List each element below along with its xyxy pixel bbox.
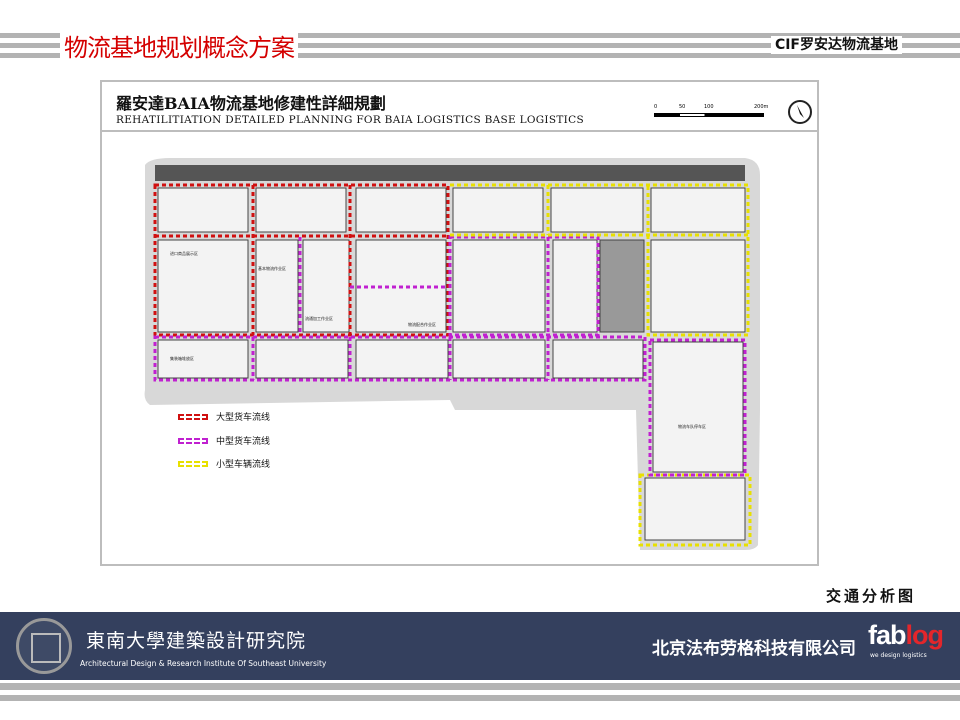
- zone-label: 集装箱堆放区: [170, 355, 194, 361]
- figure-caption: 交通分析图: [826, 587, 917, 605]
- legend-label: 大型货车流线: [216, 413, 271, 423]
- legend-item-medium-truck: 中型货车流线: [178, 434, 270, 447]
- footer-band: 東南大學建築設計研究院 Architectural Design & Resea…: [0, 612, 960, 680]
- magenta-dash-icon: [178, 437, 208, 444]
- logo-part: fab: [868, 620, 906, 650]
- institute-name-en: Architectural Design & Research Institut…: [80, 659, 327, 668]
- zone-label: 流通加工作业区: [305, 315, 333, 321]
- institute-name-cn: 東南大學建築設計研究院: [86, 630, 307, 652]
- university-seal-icon: [16, 618, 72, 674]
- zone-label: 进口商品展示区: [170, 250, 198, 256]
- company-name: 北京法布劳格科技有限公司: [652, 639, 856, 659]
- zone-label: 物流配合作业区: [408, 321, 436, 327]
- footer-stripe: [0, 683, 960, 690]
- fablog-logo: fablog: [868, 620, 944, 651]
- footer-stripe: [0, 695, 960, 701]
- legend-label: 中型货车流线: [216, 437, 271, 447]
- legend-label: 小型车辆流线: [216, 460, 271, 470]
- zone-label: 物流车队停车区: [678, 423, 706, 429]
- zone-label: 基本物流作业区: [258, 265, 286, 271]
- legend-item-large-truck: 大型货车流线: [178, 410, 270, 423]
- yellow-dash-icon: [178, 460, 208, 467]
- logo-part: log: [905, 620, 944, 650]
- legend-item-small-vehicle: 小型车辆流线: [178, 457, 270, 470]
- red-dash-icon: [178, 413, 208, 420]
- logo-tagline: we design logistics: [870, 652, 927, 659]
- tree-belt: [155, 165, 745, 181]
